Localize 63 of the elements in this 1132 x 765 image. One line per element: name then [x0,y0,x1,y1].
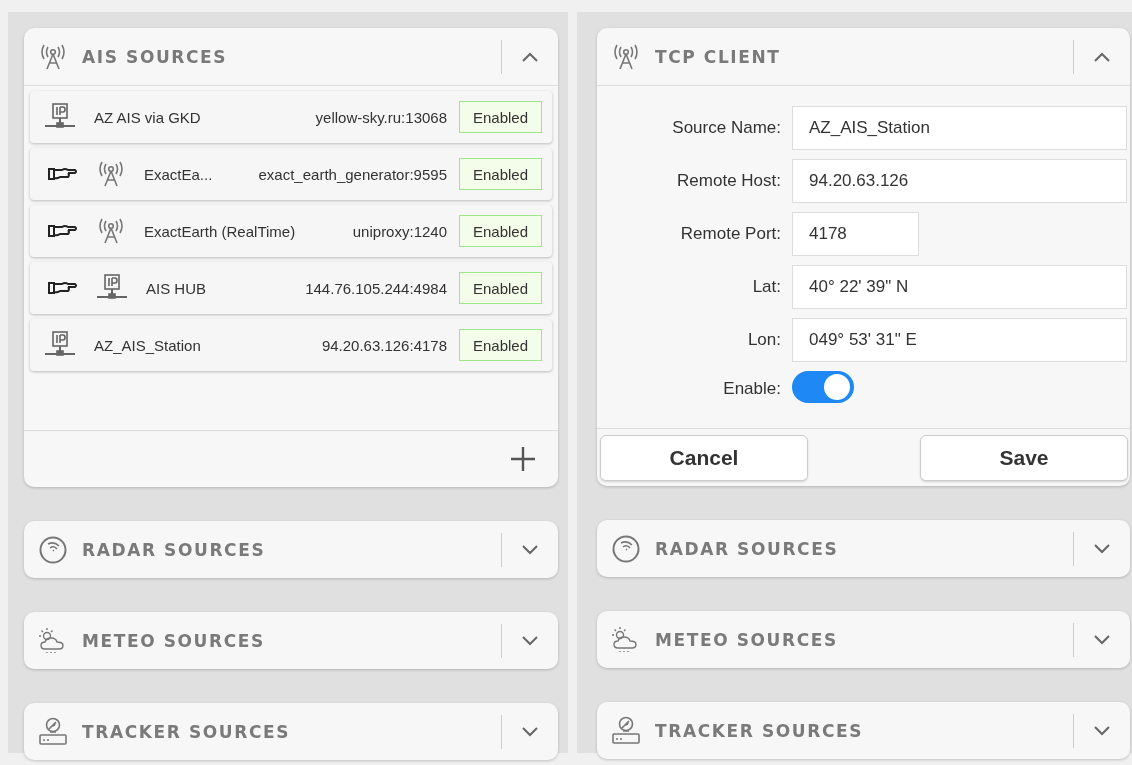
source-address: uniproxy:1240 [352,222,447,240]
status-badge: Enabled [459,158,542,190]
source-name: AZ AIS via GKD [94,108,202,126]
chevron-down-icon [1094,634,1110,645]
network-icon [44,331,76,359]
status-badge: Enabled [459,329,542,361]
section-title: RADAR SOURCES [655,538,840,559]
section-title: RADAR SOURCES [82,539,267,560]
section-title: TRACKER SOURCES [655,720,865,741]
tracker-icon [38,716,68,747]
network-icon [96,274,128,302]
status-badge: Enabled [459,215,542,247]
antenna-icon [611,42,641,71]
antenna-icon [38,42,68,71]
text-field[interactable]: 40° 22' 39" N [792,265,1127,309]
toggle-switch[interactable] [792,371,854,403]
status-badge: Enabled [459,101,542,133]
chevron-down-icon [522,726,538,737]
section-title: METEO SOURCES [655,629,839,650]
tracker-icon [611,715,641,746]
status-badge: Enabled [459,272,542,304]
source-name: AZ_AIS_Station [94,336,202,354]
field-label: Lat: [751,277,781,297]
cancel-button[interactable]: Cancel [600,435,808,481]
source-name: ExactEa... [144,165,214,183]
source-row[interactable]: AZ_AIS_Station 94.20.63.126:4178 Enabled [30,319,552,371]
source-address: 94.20.63.126:4178 [321,336,447,354]
chevron-down-icon [522,635,538,646]
text-field[interactable]: 94.20.63.126 [792,159,1127,203]
chevron-up-icon [1094,51,1110,62]
antenna-icon [96,217,126,245]
chevron-down-icon [522,544,538,555]
section-title: METEO SOURCES [82,630,266,651]
source-name: AIS HUB [146,279,207,297]
antenna-icon [96,160,126,188]
section-title: TCP CLIENT [655,46,782,67]
text-field[interactable]: 049° 53' 31" E [792,318,1127,362]
field-label: Lon: [746,330,781,350]
weather-icon [38,626,66,655]
source-address: yellow-sky.ru:13068 [315,108,447,126]
chevron-up-icon [522,51,538,62]
text-field[interactable]: AZ_AIS_Station [792,106,1127,150]
text-field[interactable]: 4178 [792,212,919,256]
plus-icon [510,446,536,472]
chevron-down-icon [1094,725,1110,736]
add-button[interactable] [510,446,536,472]
weather-icon [611,625,639,654]
chevron-down-icon [1094,543,1110,554]
field-label: Source Name: [671,118,781,138]
toggle-knob [824,374,850,400]
save-button[interactable]: Save [920,435,1128,481]
network-icon [44,103,76,131]
field-label: Enable: [722,379,781,399]
section-title: AIS SOURCES [82,46,229,67]
source-address: 144.76.105.244:4984 [305,279,447,297]
source-row[interactable]: AZ AIS via GKD yellow-sky.ru:13068 Enabled [30,91,552,143]
source-address: exact_earth_generator:9595 [258,165,447,183]
field-label: Remote Port: [679,224,781,244]
radar-icon [38,534,68,565]
source-name: ExactEarth (RealTime) [144,222,297,240]
radar-icon [611,533,641,564]
field-label: Remote Host: [676,171,781,191]
section-title: TRACKER SOURCES [82,721,292,742]
